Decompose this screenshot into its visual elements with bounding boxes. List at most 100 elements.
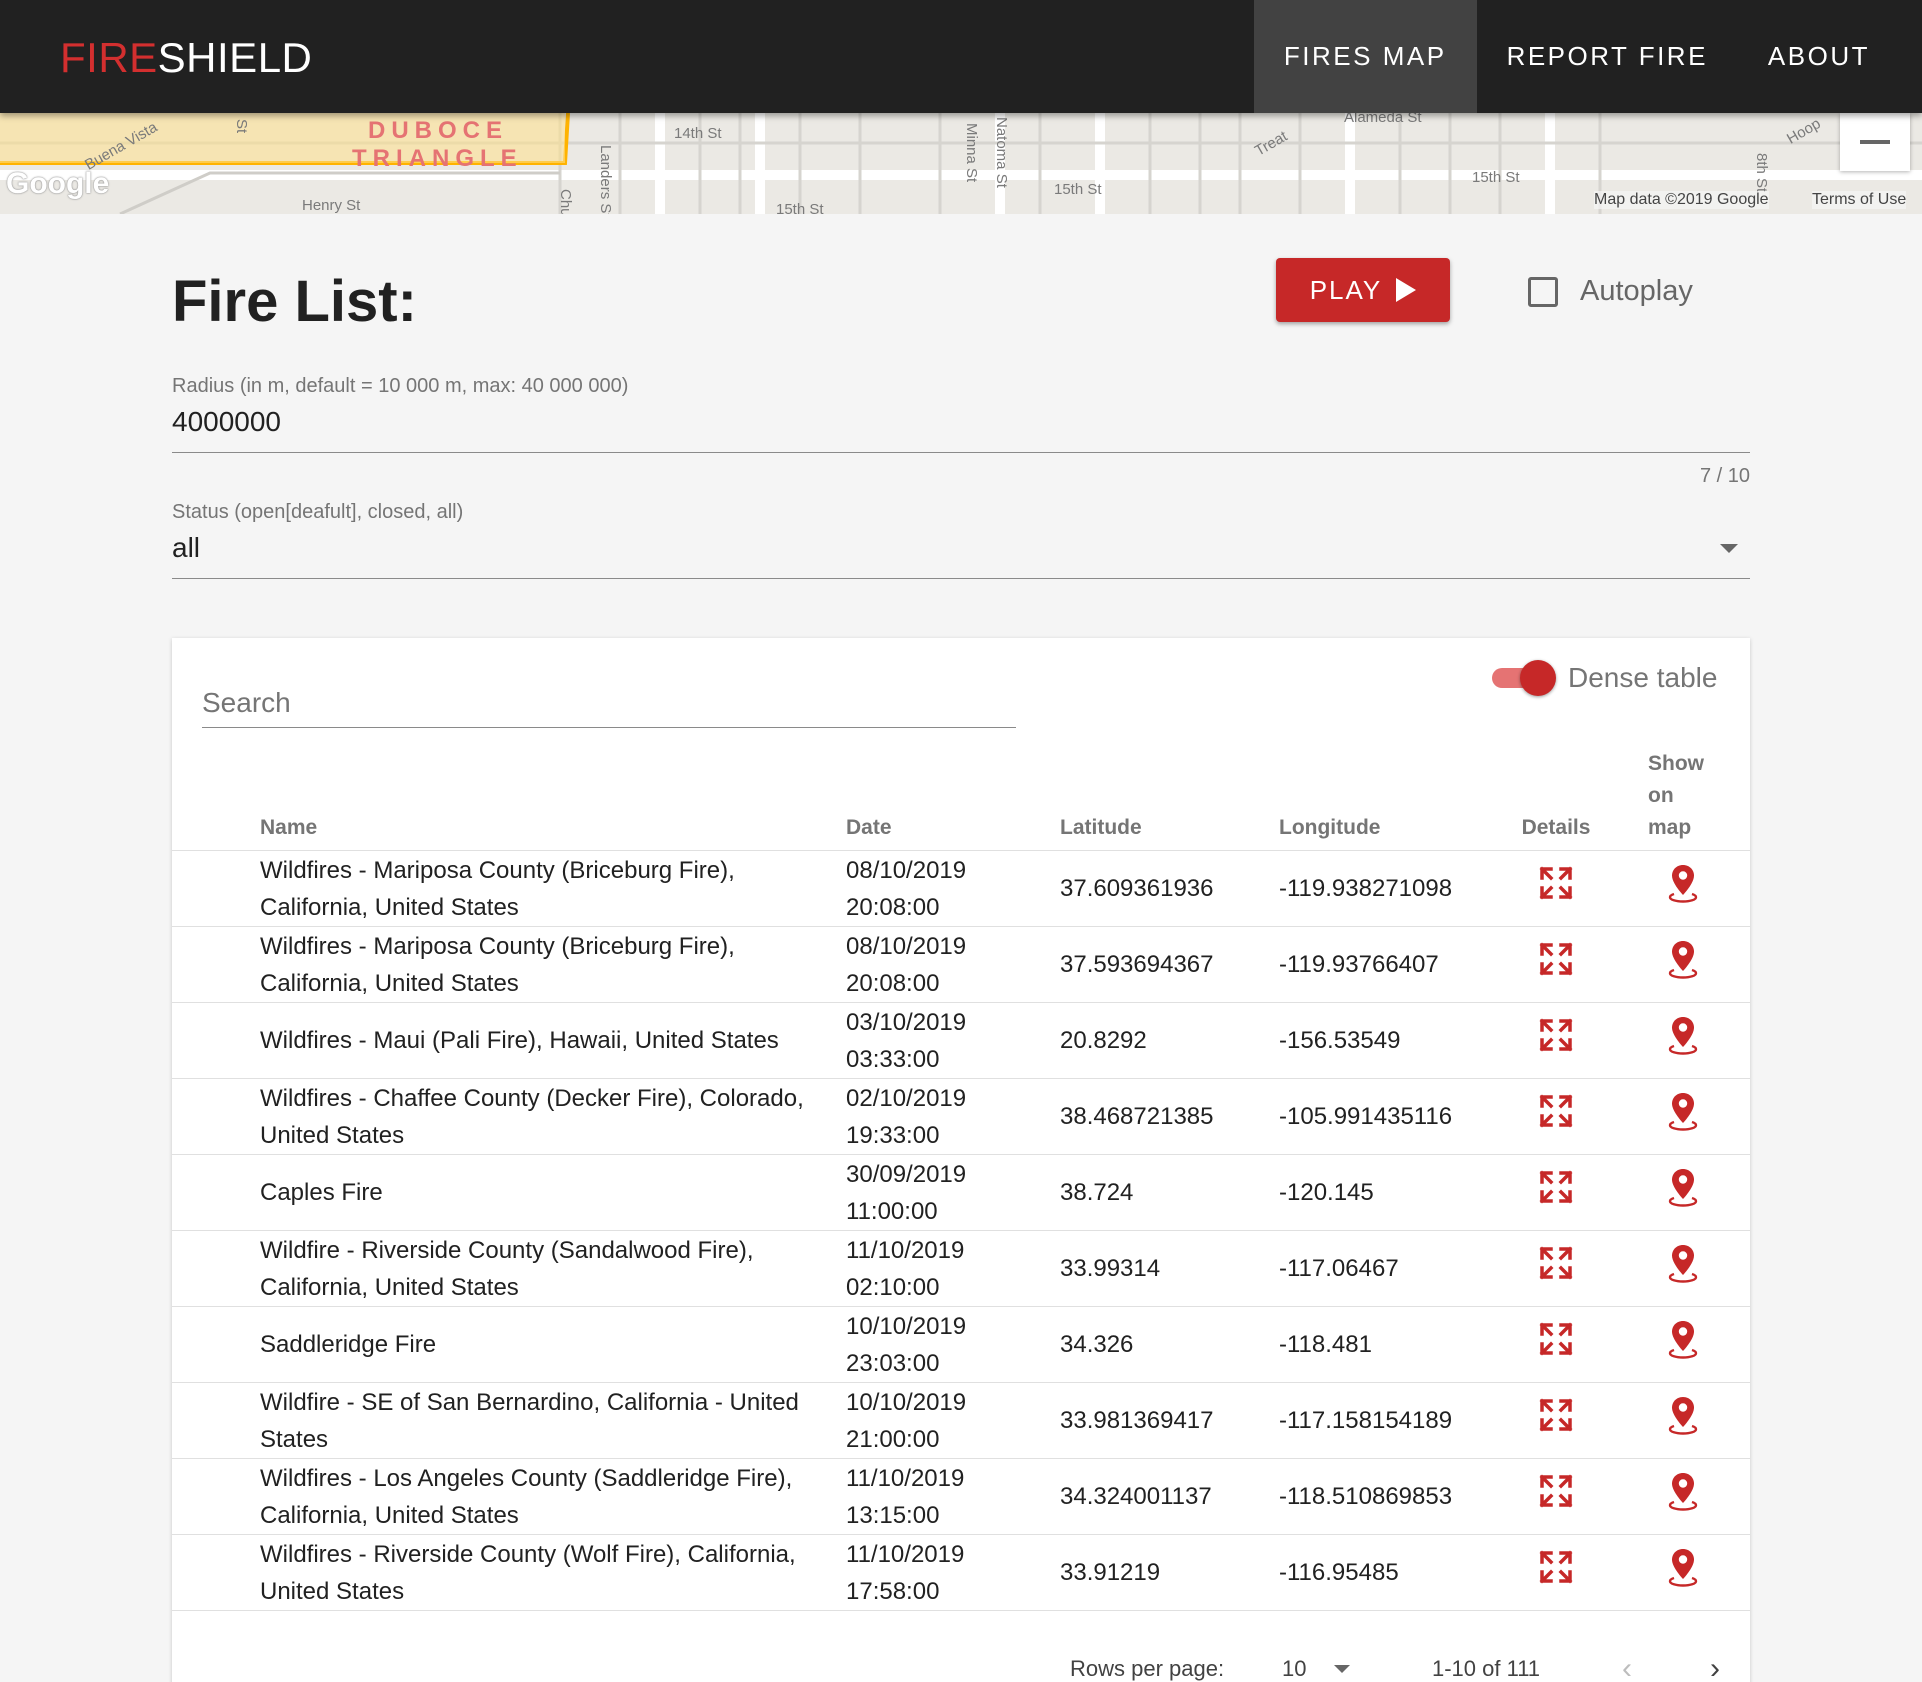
prev-page-icon[interactable]: ‹ (1622, 1652, 1632, 1682)
map-pin-icon[interactable] (1668, 1547, 1698, 1598)
expand-arrows-icon[interactable] (1539, 1246, 1573, 1291)
table-row[interactable]: Wildfire - SE of San Bernardino, Califor… (172, 1382, 1750, 1459)
table-row[interactable]: Wildfires - Maui (Pali Fire), Hawaii, Un… (172, 1002, 1750, 1079)
cell-longitude: -117.06467 (1279, 1230, 1496, 1307)
map-pin-icon[interactable] (1668, 1167, 1698, 1218)
map-pin-icon[interactable] (1668, 863, 1698, 914)
cell-details (1496, 1306, 1616, 1383)
brand-logo[interactable]: FIRESHIELD (60, 34, 312, 82)
toggle-thumb (1520, 660, 1556, 696)
table-row[interactable]: Wildfires - Chaffee County (Decker Fire)… (172, 1078, 1750, 1155)
expand-arrows-icon[interactable] (1539, 1474, 1573, 1519)
map-zoom-out-button[interactable] (1840, 113, 1910, 171)
cell-latitude: 37.593694367 (1060, 926, 1279, 1003)
map-pin-icon[interactable] (1668, 1395, 1698, 1446)
map-terms-link[interactable]: Terms of Use (1812, 191, 1907, 209)
cell-name: Wildfires - Maui (Pali Fire), Hawaii, Un… (260, 1002, 846, 1079)
header-show-on-map-text: Show on map (1648, 752, 1704, 839)
fire-table: Name Date Latitude Longitude Details Sho… (172, 748, 1750, 1611)
map-pin-icon[interactable] (1668, 1015, 1698, 1066)
cell-details (1496, 1078, 1616, 1155)
expand-arrows-icon[interactable] (1539, 1322, 1573, 1367)
row-spacer (172, 1002, 260, 1079)
map-pin-icon[interactable] (1668, 1091, 1698, 1142)
cell-date: 08/10/2019 20:08:00 (846, 850, 1060, 927)
autoplay-checkbox[interactable] (1528, 276, 1558, 307)
autoplay-label: Autoplay (1580, 275, 1693, 307)
status-label: Status (open[deafult], closed, all) (172, 501, 464, 523)
dense-table-control: Dense table (1490, 660, 1717, 696)
map-street-label: 15th St (776, 201, 824, 214)
table-row[interactable]: Wildfires - Riverside County (Wolf Fire)… (172, 1534, 1750, 1611)
radius-char-counter: 7 / 10 (1699, 465, 1750, 487)
nav-item-about[interactable]: ABOUT (1738, 0, 1922, 113)
cell-show-on-map (1616, 1002, 1750, 1079)
cell-show-on-map (1616, 850, 1750, 927)
expand-arrows-icon[interactable] (1539, 1398, 1573, 1443)
map-pin-icon[interactable] (1668, 939, 1698, 990)
cell-details (1496, 1154, 1616, 1231)
expand-arrows-icon[interactable] (1539, 1018, 1573, 1063)
row-spacer (172, 1534, 260, 1611)
cell-details (1496, 926, 1616, 1003)
header-longitude[interactable]: Longitude (1279, 748, 1496, 851)
cell-details (1496, 1002, 1616, 1079)
status-select[interactable]: all (172, 532, 200, 564)
radius-underline (172, 452, 1750, 453)
dense-table-label: Dense table (1568, 662, 1718, 693)
cell-longitude: -156.53549 (1279, 1002, 1496, 1079)
nav-item-report-fire[interactable]: REPORT FIRE (1477, 0, 1738, 113)
autoplay-control: Autoplay (1528, 275, 1693, 308)
table-row[interactable]: Caples Fire 30/09/2019 11:00:00 38.724 -… (172, 1154, 1750, 1231)
header-spacer (172, 748, 260, 851)
play-button[interactable]: PLAY (1276, 258, 1450, 322)
map-pin-icon[interactable] (1668, 1319, 1698, 1370)
cell-details (1496, 1534, 1616, 1611)
table-row[interactable]: Wildfires - Los Angeles County (Saddleri… (172, 1458, 1750, 1535)
header-name[interactable]: Name (260, 748, 846, 851)
fire-table-card: Dense table Name Date Latitude Longitude… (172, 638, 1750, 1682)
cell-longitude: -105.991435116 (1279, 1078, 1496, 1155)
expand-arrows-icon[interactable] (1539, 1550, 1573, 1595)
expand-arrows-icon[interactable] (1539, 1170, 1573, 1215)
cell-date: 10/10/2019 21:00:00 (846, 1382, 1060, 1459)
page-title: Fire List: (172, 269, 417, 334)
table-row[interactable]: Wildfires - Mariposa County (Briceburg F… (172, 926, 1750, 1003)
expand-arrows-icon[interactable] (1539, 866, 1573, 911)
cell-name: Wildfire - SE of San Bernardino, Califor… (260, 1382, 846, 1459)
row-spacer (172, 1306, 260, 1383)
row-spacer (172, 1154, 260, 1231)
rows-per-page-select[interactable]: 10 (1282, 1656, 1306, 1682)
table-row[interactable]: Saddleridge Fire 10/10/2019 23:03:00 34.… (172, 1306, 1750, 1383)
status-underline (172, 578, 1750, 579)
header-date[interactable]: Date (846, 748, 1060, 851)
chevron-down-icon[interactable] (1720, 544, 1738, 553)
map-pin-icon[interactable] (1668, 1471, 1698, 1522)
expand-arrows-icon[interactable] (1539, 1094, 1573, 1139)
cell-latitude: 34.326 (1060, 1306, 1279, 1383)
dense-table-toggle[interactable] (1490, 660, 1556, 696)
radius-input[interactable]: 4000000 (172, 406, 281, 438)
cell-longitude: -119.93766407 (1279, 926, 1496, 1003)
next-page-icon[interactable]: › (1710, 1652, 1720, 1682)
map-street-label: Henry St (302, 197, 361, 214)
cell-latitude: 33.91219 (1060, 1534, 1279, 1611)
table-row[interactable]: Wildfire - Riverside County (Sandalwood … (172, 1230, 1750, 1307)
search-input[interactable] (202, 678, 1016, 728)
map-pin-icon[interactable] (1668, 1243, 1698, 1294)
row-spacer (172, 1382, 260, 1459)
cell-latitude: 34.324001137 (1060, 1458, 1279, 1535)
nav-item-fires-map[interactable]: FIRES MAP (1253, 0, 1477, 113)
map-view[interactable]: DUBOCE TRIANGLE 14th St Henry St Landers… (0, 113, 1922, 214)
header-latitude[interactable]: Latitude (1060, 748, 1279, 851)
expand-arrows-icon[interactable] (1539, 942, 1573, 987)
cell-name: Wildfires - Riverside County (Wolf Fire)… (260, 1534, 846, 1611)
map-neighborhood-label: DUBOCE (368, 117, 509, 144)
table-row[interactable]: Wildfires - Mariposa County (Briceburg F… (172, 850, 1750, 927)
rows-per-page-chevron-icon[interactable] (1334, 1665, 1350, 1673)
map-street-label: Alameda St (1344, 113, 1422, 126)
play-button-label: PLAY (1309, 274, 1383, 305)
cell-latitude: 38.724 (1060, 1154, 1279, 1231)
row-spacer (172, 1230, 260, 1307)
map-street-label: Chu (557, 189, 574, 214)
